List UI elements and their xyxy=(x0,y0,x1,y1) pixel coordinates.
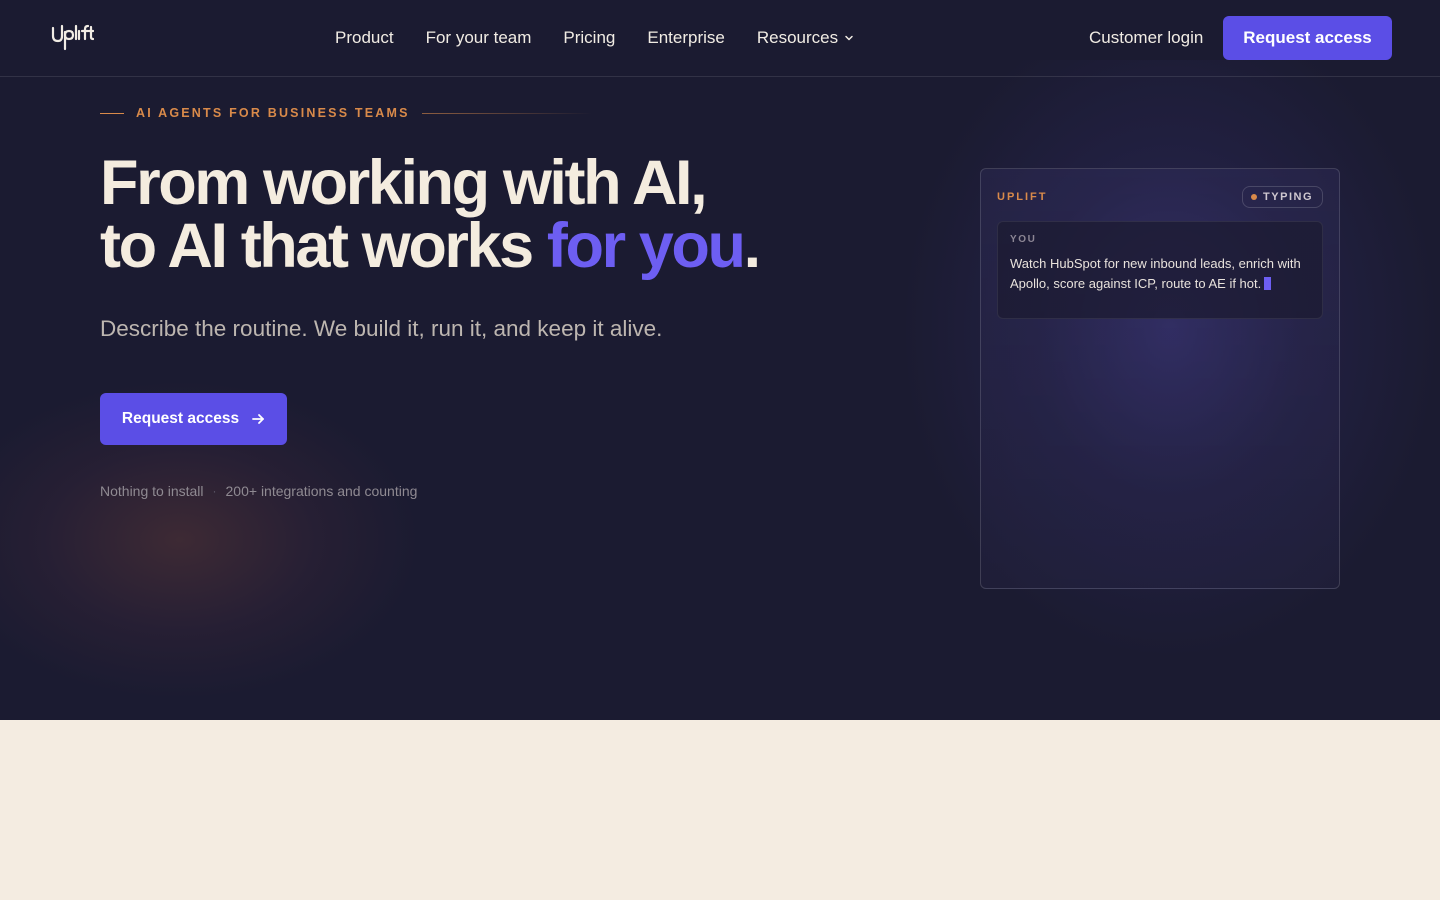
hero-subhead: Describe the routine. We build it, run i… xyxy=(100,316,663,341)
nav-link-resources[interactable]: Resources xyxy=(757,28,854,48)
button-label: Request access xyxy=(1243,28,1372,47)
arrow-right-icon xyxy=(252,414,264,424)
nav-link-label: For your team xyxy=(425,28,532,47)
status-badge: TYPING xyxy=(1242,186,1323,208)
footnote-integrations: 200+ integrations and counting xyxy=(225,483,418,499)
eyebrow: AI AGENTS FOR BUSINESS TEAMS xyxy=(100,105,592,121)
chevron-down-icon xyxy=(845,35,853,41)
nav-link-label: Enterprise xyxy=(647,28,725,47)
nav-link-label: Product xyxy=(335,28,394,47)
headline-line-1: From working with AI, xyxy=(100,148,708,218)
primary-nav: Product For your team Pricing Enterprise… xyxy=(335,0,854,76)
agent-demo-card: UPLIFT TYPING YOU Watch HubSpot for new … xyxy=(980,168,1340,589)
headline-period: . xyxy=(743,211,762,281)
message-author: YOU xyxy=(1010,234,1037,245)
eyebrow-rule-right xyxy=(421,112,592,114)
nav-link-pricing[interactable]: Pricing xyxy=(563,28,615,48)
nav-request-access-button[interactable]: Request access xyxy=(1223,16,1392,60)
status-label: TYPING xyxy=(1263,191,1313,203)
message-text-wrap: Watch HubSpot for new inbound leads, enr… xyxy=(1010,254,1310,293)
lower-section xyxy=(0,720,1440,900)
hero-footnote: Nothing to install · 200+ integrations a… xyxy=(100,483,417,499)
nav-link-label: Resources xyxy=(756,28,839,47)
nav-link-product[interactable]: Product xyxy=(335,28,394,48)
status-dot-icon xyxy=(1251,194,1258,200)
eyebrow-text: AI AGENTS FOR BUSINESS TEAMS xyxy=(136,106,410,120)
nav-link-for-your-team[interactable]: For your team xyxy=(426,28,532,48)
footnote-install: Nothing to install xyxy=(100,483,204,499)
user-message: YOU Watch HubSpot for new inbound leads,… xyxy=(997,221,1323,319)
message-text: Watch HubSpot for new inbound leads, enr… xyxy=(1010,256,1301,291)
headline-accent: for you xyxy=(546,211,746,281)
nav-link-label: Pricing xyxy=(563,28,616,47)
top-nav: Product For your team Pricing Enterprise… xyxy=(0,0,1440,77)
customer-login-link[interactable]: Customer login xyxy=(1089,28,1203,48)
typing-cursor-icon xyxy=(1264,276,1272,290)
footnote-separator: · xyxy=(212,484,217,498)
headline-line-2: to AI that works xyxy=(100,211,547,281)
nav-link-enterprise[interactable]: Enterprise xyxy=(647,28,724,48)
hero-request-access-button[interactable]: Request access xyxy=(100,393,287,445)
eyebrow-rule-left xyxy=(100,112,124,114)
hero-headline: From working with AI, to AI that works f… xyxy=(100,152,860,278)
uplift-logo[interactable] xyxy=(50,22,95,54)
button-label: Request access xyxy=(121,410,240,427)
hero-section: Product For your team Pricing Enterprise… xyxy=(0,0,1440,720)
card-brand: UPLIFT xyxy=(997,191,1048,203)
